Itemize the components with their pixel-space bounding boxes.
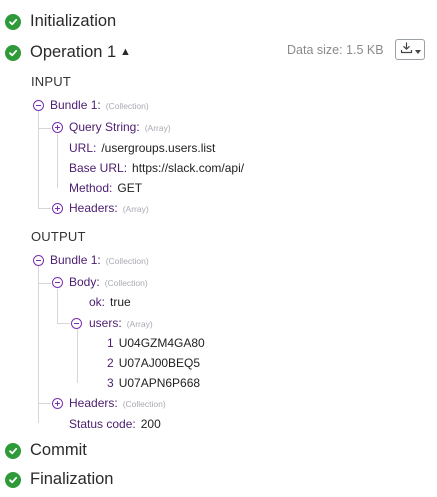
tree-line (57, 134, 58, 188)
tree-line (38, 128, 51, 129)
node-key: Bundle 1: (50, 98, 101, 112)
node-value: true (110, 295, 131, 309)
success-check-icon (5, 14, 21, 30)
node-key: Bundle 1: (50, 253, 101, 267)
list-item: 3 U07APN6P668 (107, 376, 200, 392)
collapse-toggle-icon[interactable] (71, 318, 82, 329)
node-type: (Collection) (122, 399, 166, 409)
input-section-label: INPUT (31, 74, 71, 89)
success-check-icon (5, 45, 21, 61)
node-type: (Array) (144, 123, 171, 133)
node-index: 2 (107, 356, 114, 370)
download-icon (400, 41, 413, 59)
node-key: ok: (89, 295, 106, 309)
tree-line (38, 283, 51, 284)
stage-commit[interactable]: Commit (30, 441, 87, 460)
stage-finalization[interactable]: Finalization (30, 470, 113, 489)
tree-line (38, 111, 39, 208)
node-value: U07AJ00BEQ5 (118, 356, 201, 370)
node-type: (Array) (122, 204, 149, 214)
node-type: (Collection) (105, 101, 149, 111)
node-key: Query String: (69, 120, 140, 134)
node-type: (Collection) (104, 278, 148, 288)
node-key: Method: (69, 181, 113, 195)
node-key: Status code: (69, 417, 136, 431)
tree-line (38, 266, 39, 423)
tree-node-output-bundle: Bundle 1: (Collection) (50, 253, 149, 269)
collapse-toggle-icon[interactable] (33, 255, 44, 266)
node-key: Headers: (69, 201, 118, 215)
tree-node-input-bundle: Bundle 1: (Collection) (50, 98, 149, 114)
tree-node-url: URL: /usergroups.users.list (69, 141, 215, 157)
tree-node-base-url: Base URL: https://slack.com/api/ (69, 161, 244, 177)
expand-toggle-icon[interactable] (52, 398, 63, 409)
tree-node-output-headers: Headers: (Collection) (69, 396, 166, 412)
tree-node-status-code: Status code: 200 (69, 417, 161, 433)
node-value: 200 (140, 417, 161, 431)
node-value: https://slack.com/api/ (132, 161, 245, 175)
list-item: 2 U07AJ00BEQ5 (107, 356, 200, 372)
node-index: 1 (107, 336, 114, 350)
download-button[interactable] (395, 39, 425, 60)
expand-toggle-icon[interactable] (52, 203, 63, 214)
node-key: Body: (69, 275, 100, 289)
node-type: (Collection) (105, 256, 149, 266)
success-check-icon (5, 443, 21, 459)
tree-line (57, 289, 58, 324)
tree-line (38, 403, 51, 404)
tree-node-method: Method: GET (69, 181, 142, 197)
collapse-caret-icon[interactable]: ▲ (120, 46, 131, 58)
success-check-icon (5, 472, 21, 488)
output-section-label: OUTPUT (31, 229, 86, 244)
node-index: 3 (107, 376, 114, 390)
node-key: URL: (69, 141, 97, 155)
tree-node-ok: ok: true (89, 295, 131, 311)
collapse-toggle-icon[interactable] (52, 277, 63, 288)
tree-line (38, 208, 51, 209)
tree-node-input-headers: Headers: (Array) (69, 201, 149, 217)
stage-operation[interactable]: Operation 1 (30, 43, 116, 62)
stage-initialization[interactable]: Initialization (30, 12, 116, 31)
tree-line (77, 329, 78, 383)
tree-node-body: Body: (Collection) (69, 275, 148, 291)
tree-node-users: users: (Array) (89, 316, 153, 332)
node-key: Headers: (69, 396, 118, 410)
data-size-label: Data size: 1.5 KB (287, 43, 384, 57)
node-value: /usergroups.users.list (101, 141, 216, 155)
node-value: GET (117, 181, 143, 195)
node-value: U04GZM4GA80 (118, 336, 205, 350)
node-key: users: (89, 316, 122, 330)
node-type: (Array) (126, 319, 153, 329)
chevron-down-icon (414, 41, 421, 59)
collapse-toggle-icon[interactable] (33, 100, 44, 111)
node-key: Base URL: (69, 161, 128, 175)
tree-node-query-string: Query String: (Array) (69, 120, 171, 136)
expand-toggle-icon[interactable] (52, 122, 63, 133)
node-value: U07APN6P668 (118, 376, 201, 390)
tree-line (57, 323, 70, 324)
list-item: 1 U04GZM4GA80 (107, 336, 205, 352)
